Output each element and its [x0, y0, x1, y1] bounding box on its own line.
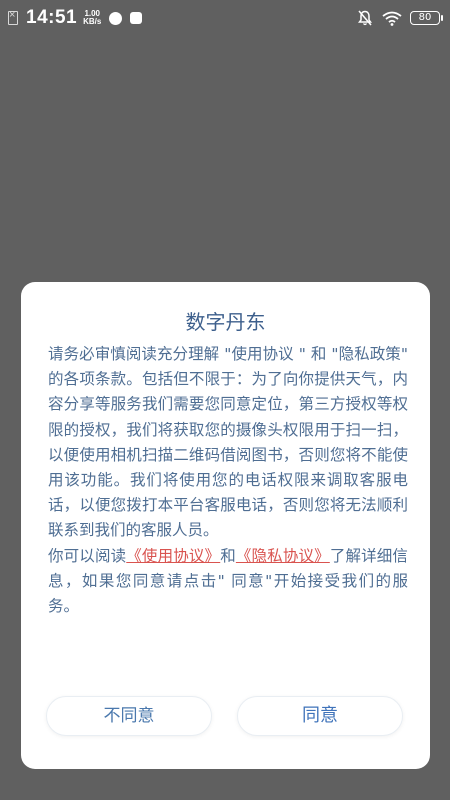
dialog-body: 请务必审慎阅读充分理解 "使用协议 " 和 "隐私政策" 的各项条款。包括但不限…: [48, 342, 408, 619]
status-time: 14:51: [26, 7, 78, 28]
agree-button[interactable]: 同意: [237, 696, 403, 736]
notification-app-icon: [109, 11, 123, 25]
terms-of-use-link[interactable]: 《使用协议》: [126, 547, 220, 565]
wifi-icon: [382, 11, 402, 26]
status-right: 80: [358, 8, 443, 28]
dialog-paragraph-links: 你可以阅读《使用协议》和《隐私协议》了解详细信息，如果您同意请点击" 同意"开始…: [48, 544, 408, 620]
status-bar: 14:51 1.00 KB/s 80: [0, 0, 450, 36]
muted-bell-icon: [358, 10, 372, 26]
no-sim-icon: [8, 9, 18, 25]
status-left: 14:51 1.00 KB/s: [8, 6, 143, 30]
disagree-button[interactable]: 不同意: [46, 696, 212, 736]
network-speed-unit: KB/s: [83, 17, 102, 26]
privacy-dialog: 数字丹东 请务必审慎阅读充分理解 "使用协议 " 和 "隐私政策" 的各项条款。…: [21, 282, 430, 769]
battery-icon: 80: [410, 11, 443, 25]
dialog-title: 数字丹东: [185, 310, 266, 334]
links-and-text: 和: [220, 546, 236, 565]
links-prefix-text: 你可以阅读: [48, 546, 127, 565]
privacy-policy-link[interactable]: 《隐私协议》: [236, 547, 330, 565]
notification-square-icon: [130, 12, 143, 24]
dialog-paragraph-permissions: 请务必审慎阅读充分理解 "使用协议 " 和 "隐私政策" 的各项条款。包括但不限…: [48, 345, 408, 540]
network-speed: 1.00 KB/s: [83, 10, 101, 26]
